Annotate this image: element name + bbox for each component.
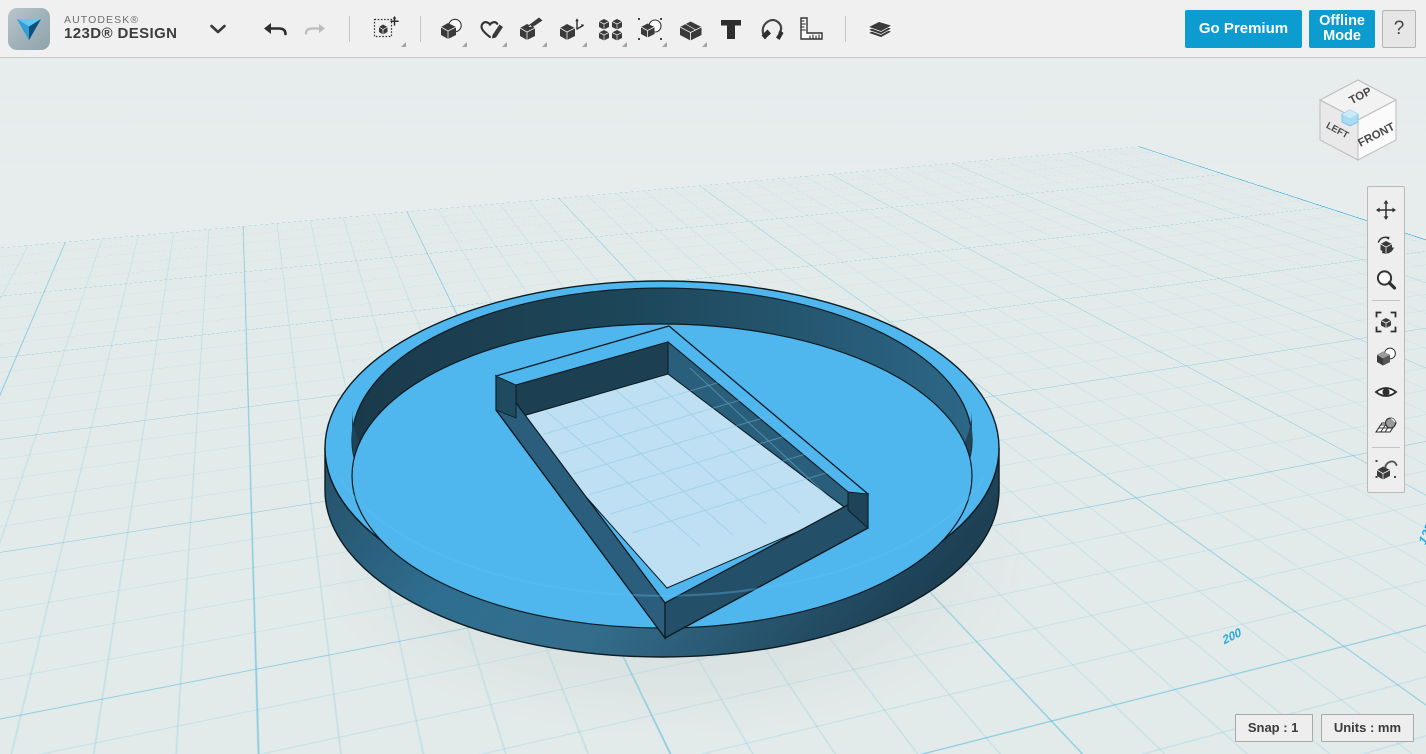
combine-cube-circle-icon[interactable] [631,7,671,51]
toolbar-separator [420,15,422,42]
brand-block: AUTODESK® 123D® DESIGN [0,7,229,50]
magnet-icon[interactable] [751,7,791,51]
orbit-cube-icon[interactable] [1369,227,1403,262]
navigation-tool-panel [1367,186,1405,493]
heart-pencil-icon[interactable] [471,7,511,51]
ground-grid-plane [0,58,1426,754]
undo-button[interactable] [255,7,295,51]
brand-product-name: 123D® DESIGN [64,25,178,43]
pan-arrows-icon[interactable] [1369,192,1403,227]
home-cube-icon [1341,109,1359,127]
cube-merge-icon[interactable] [671,7,711,51]
autodesk-123d-logo-icon [8,7,50,50]
nav-panel-divider [1372,447,1400,448]
fit-to-view-icon[interactable] [1369,304,1403,339]
cube-sphere-icon[interactable] [431,7,471,51]
dropdown-corner-indicator [702,41,708,47]
header-actions: Go Premium Offline Mode ? [1184,9,1426,48]
eye-icon[interactable] [1369,374,1403,409]
toolbar-separator [349,15,351,42]
offline-mode-button[interactable]: Offline Mode [1309,9,1375,48]
dropdown-corner-indicator [622,41,628,47]
redo-button[interactable] [295,7,335,51]
text-t-icon[interactable] [711,7,751,51]
cube-extrude-icon[interactable] [511,7,551,51]
cube-magnet-icon[interactable] [1369,451,1403,486]
offline-mode-line2: Mode [1323,27,1361,44]
toolbar-separator [845,15,847,42]
app-window: AUTODESK® 123D® DESIGN Go Premium Offlin… [0,0,1426,754]
cube-axis-icon[interactable] [551,7,591,51]
brand-text: AUTODESK® 123D® DESIGN [64,15,177,42]
magnifier-icon[interactable] [1369,262,1403,297]
help-button[interactable]: ? [1382,9,1416,48]
dropdown-corner-indicator [542,41,548,47]
transform-move-cube-icon[interactable] [364,7,410,51]
dropdown-corner-indicator [462,41,468,47]
dropdown-corner-indicator [502,41,508,47]
offline-mode-line1: Offline [1319,12,1365,29]
3d-viewport[interactable]: 200 125 TOP LEFT FRONT Snap: 1 Units: … [0,58,1426,754]
nav-panel-divider [1372,300,1400,301]
four-cubes-icon[interactable] [591,7,631,51]
dropdown-corner-indicator [662,41,668,47]
units-status-box[interactable]: Units : mm [1320,714,1414,742]
layers-stack-icon[interactable] [860,7,900,51]
go-premium-button[interactable]: Go Premium [1184,9,1303,48]
grid-plane-icon[interactable] [1369,409,1403,444]
application-header: AUTODESK® 123D® DESIGN Go Premium Offlin… [0,0,1426,58]
ruler-square-icon[interactable] [791,7,831,51]
shaded-cube-icon[interactable] [1369,339,1403,374]
dropdown-corner-indicator [582,41,588,47]
view-cube[interactable]: TOP LEFT FRONT [1312,72,1404,168]
snap-status-box[interactable]: Snap : 1 [1234,714,1313,742]
chevron-down-icon[interactable] [207,18,229,40]
status-bar: Snap : 1 Units : mm [1234,714,1414,742]
main-toolbar [255,0,900,58]
dropdown-corner-indicator [401,41,407,47]
